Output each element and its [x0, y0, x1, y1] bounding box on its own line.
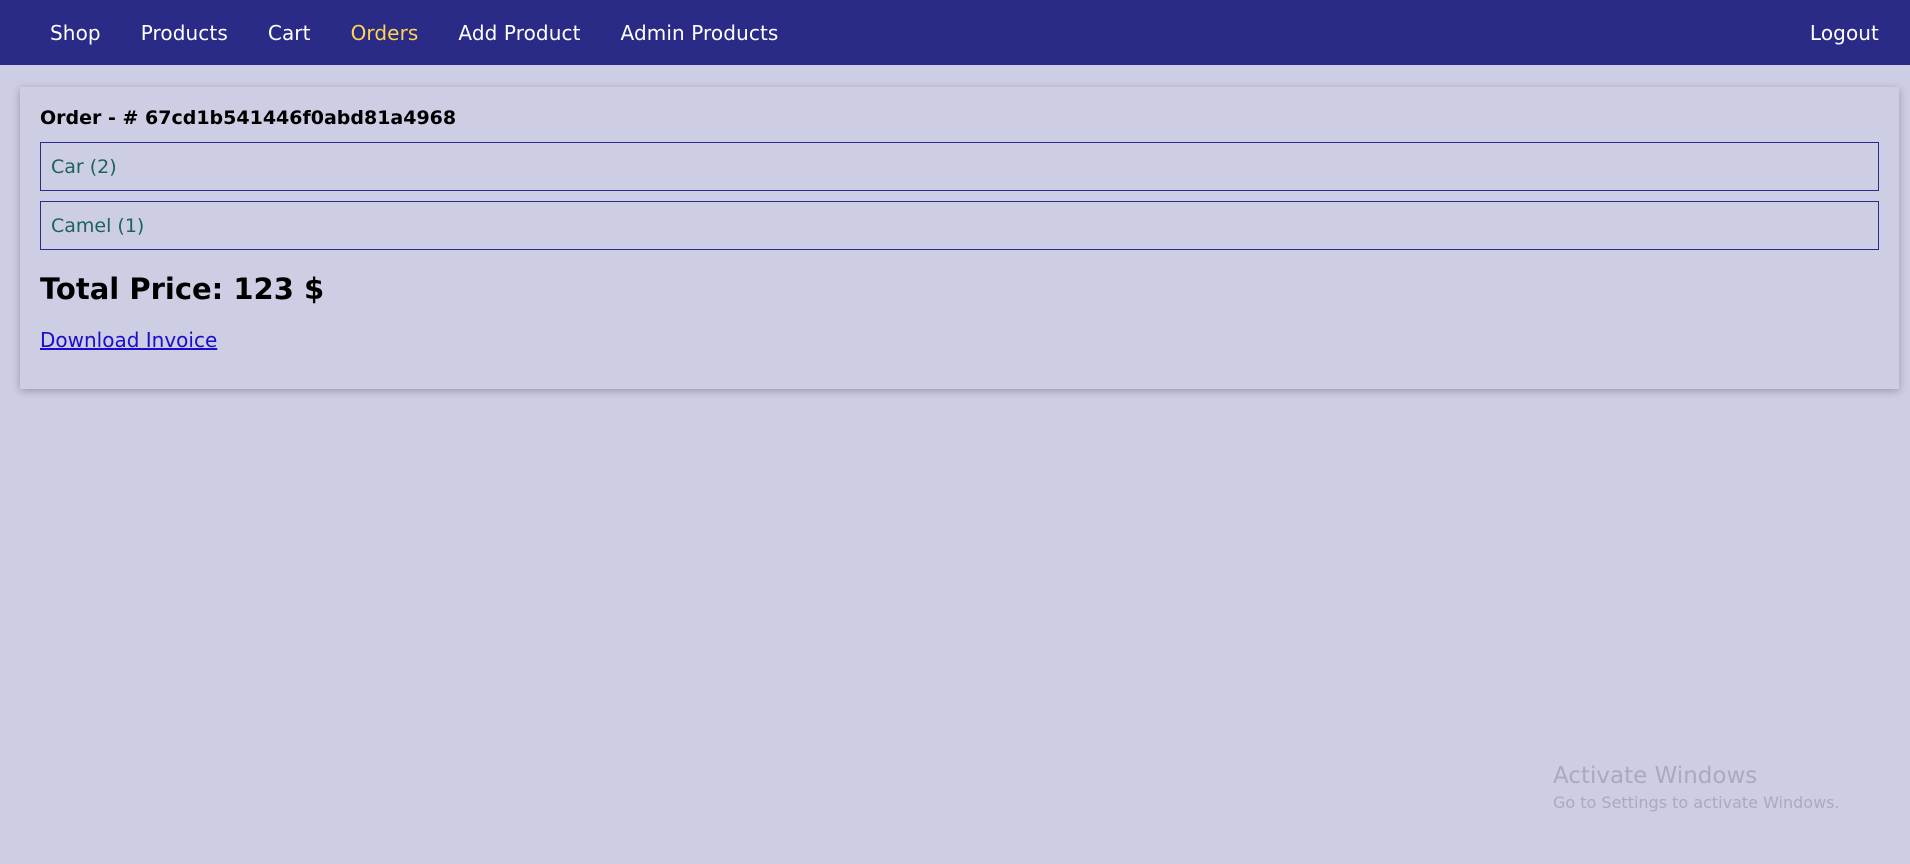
- logout-button[interactable]: Logout: [1810, 21, 1879, 45]
- order-card: Order - # 67cd1b541446f0abd81a4968 Car (…: [20, 87, 1899, 389]
- watermark-title: Activate Windows: [1553, 763, 1758, 789]
- nav-link-add-product[interactable]: Add Product: [458, 21, 580, 45]
- nav-link-admin-products[interactable]: Admin Products: [621, 21, 779, 45]
- nav-link-cart[interactable]: Cart: [268, 21, 311, 45]
- nav-link-shop[interactable]: Shop: [50, 21, 101, 45]
- nav-link-products[interactable]: Products: [141, 21, 228, 45]
- order-title: Order - # 67cd1b541446f0abd81a4968: [40, 107, 457, 129]
- order-item-car: Car (2): [40, 142, 1879, 191]
- main-navbar: Shop Products Cart Orders Add Product Ad…: [0, 0, 1910, 65]
- nav-links: Shop Products Cart Orders Add Product Ad…: [50, 21, 778, 45]
- windows-activation-watermark: Activate Windows Go to Settings to activ…: [1553, 761, 1840, 815]
- download-invoice-link[interactable]: Download Invoice: [40, 328, 217, 352]
- total-price: Total Price: 123 $: [40, 272, 325, 306]
- order-item-camel: Camel (1): [40, 201, 1879, 250]
- nav-link-orders[interactable]: Orders: [351, 21, 419, 45]
- watermark-subtitle: Go to Settings to activate Windows.: [1553, 793, 1840, 812]
